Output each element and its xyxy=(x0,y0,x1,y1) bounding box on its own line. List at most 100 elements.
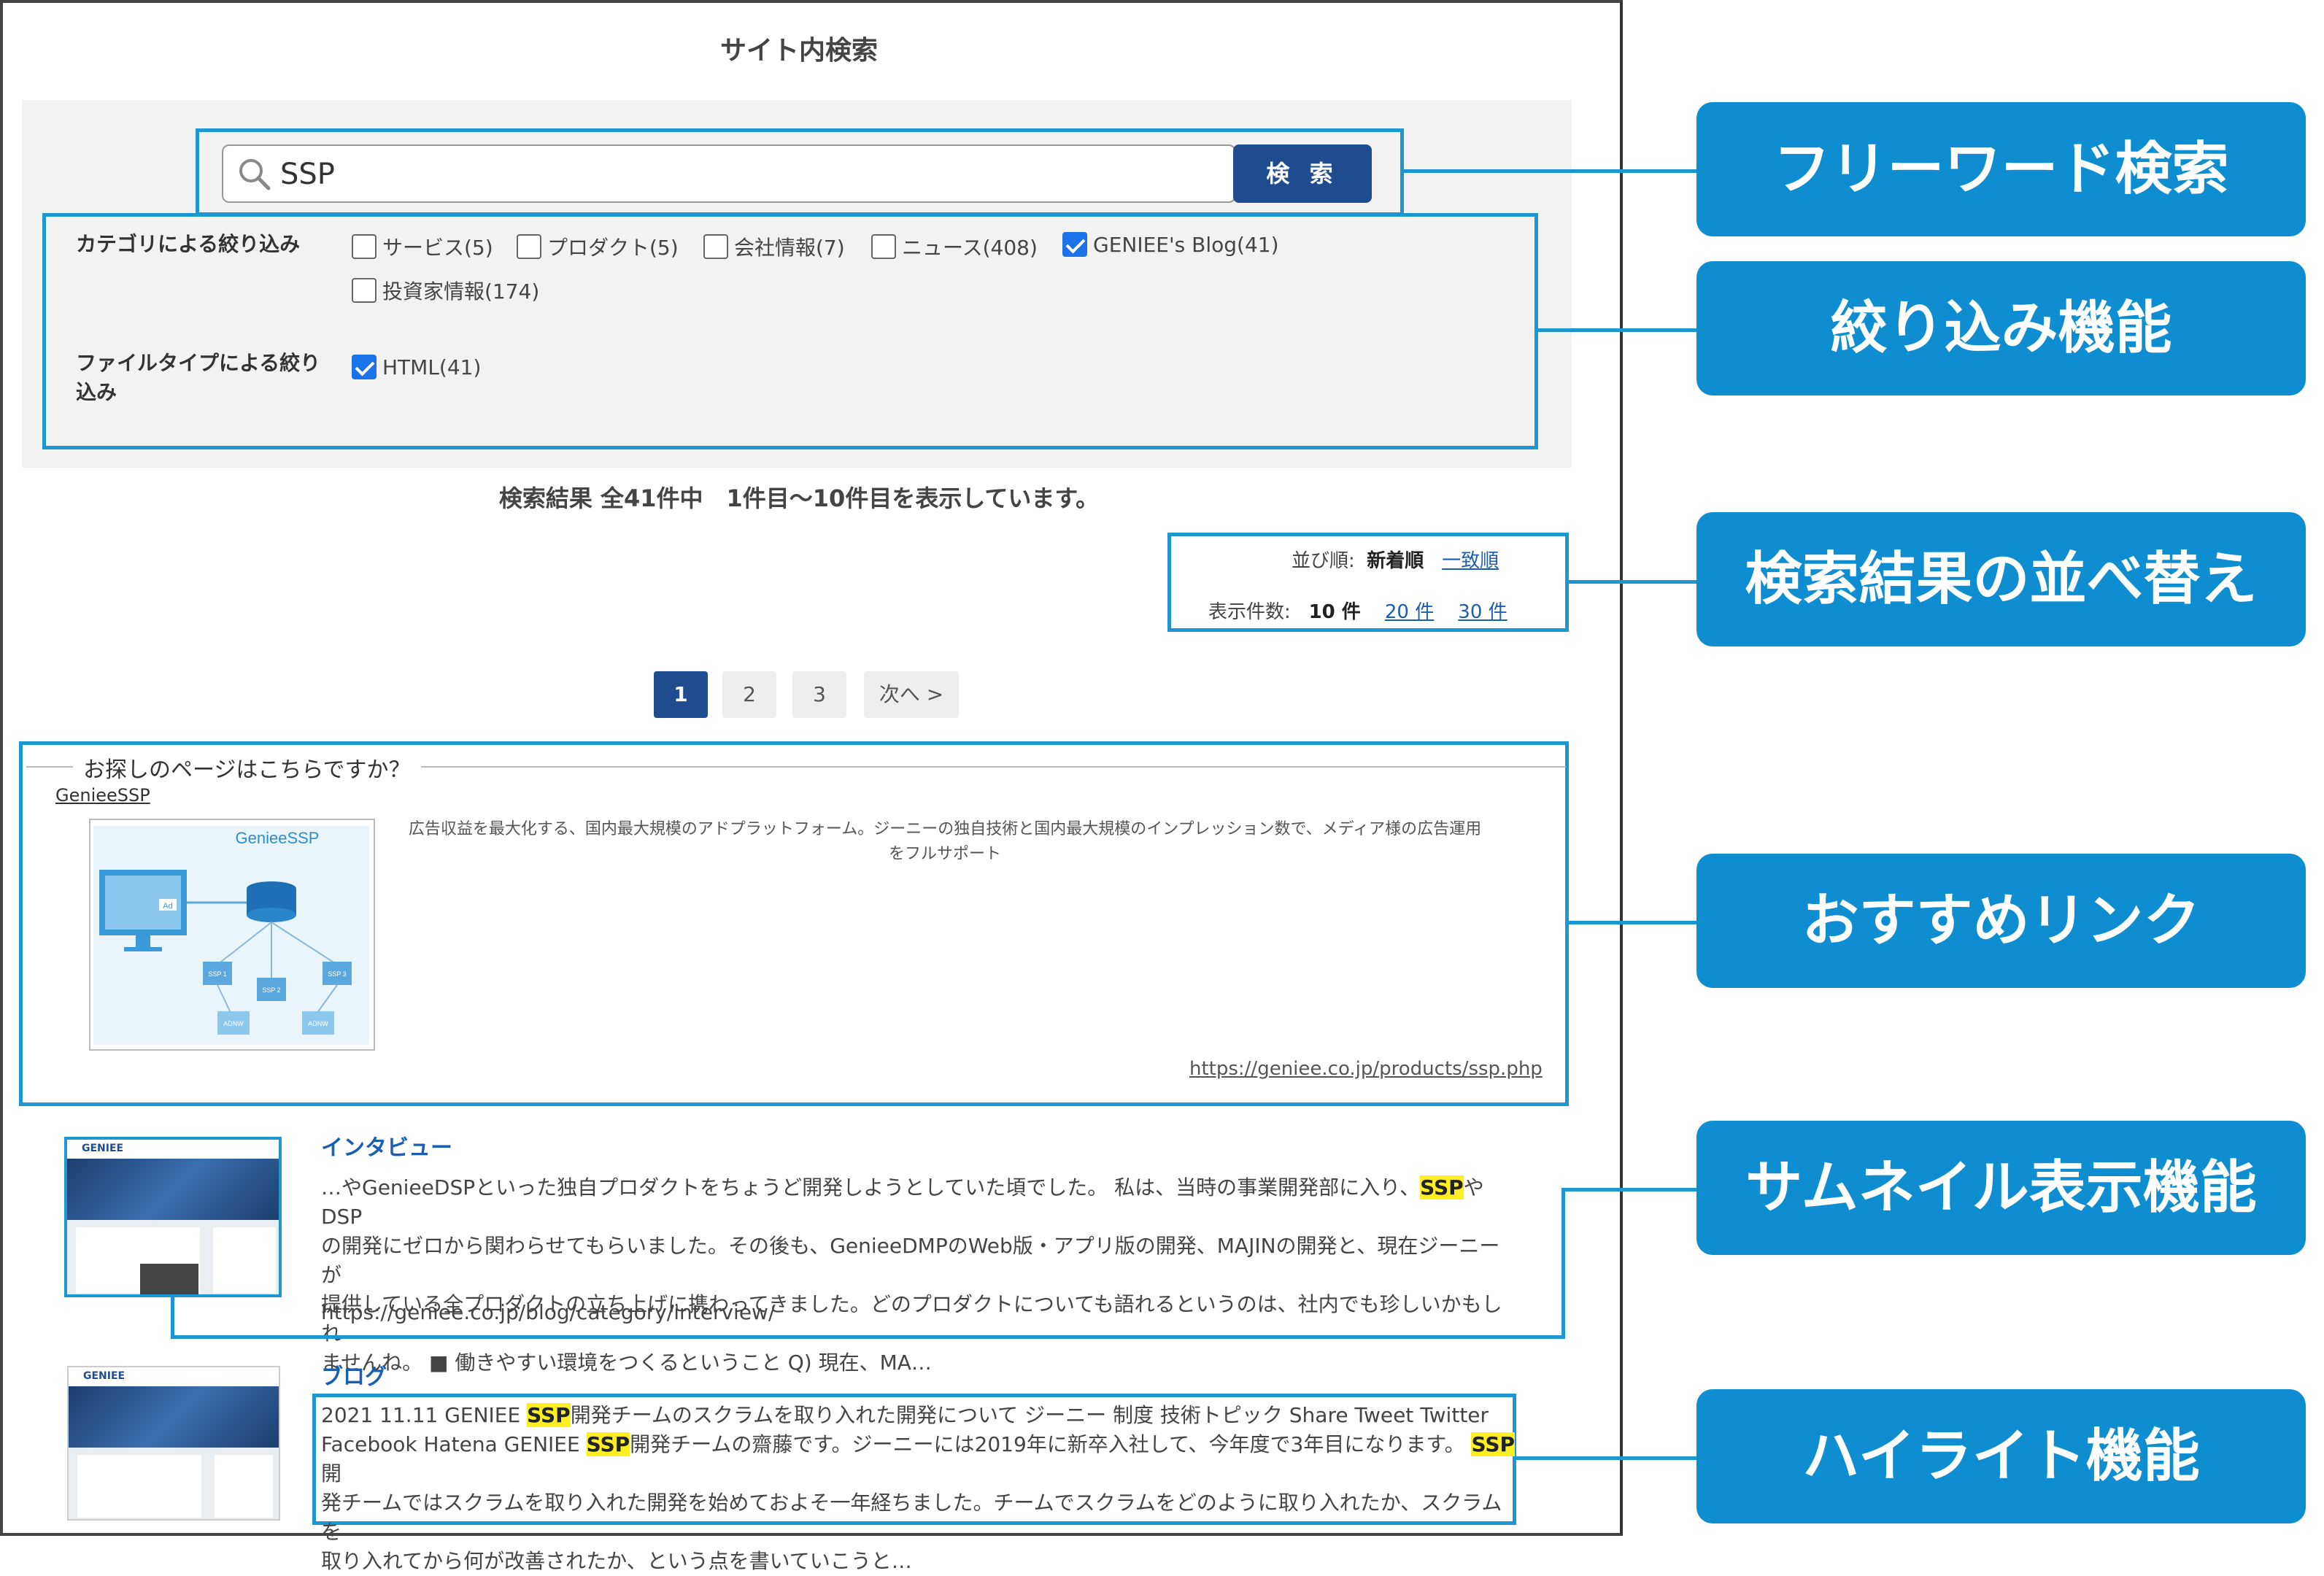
snippet-line: Facebook Hatena GENIEE SSP開発チームの齋藤です。ジーニ… xyxy=(321,1430,1518,1488)
connector-filter xyxy=(1538,328,1699,332)
category-checkbox-service[interactable]: サービス(5) xyxy=(352,232,493,261)
search-input-value: SSP xyxy=(280,158,335,191)
result-url: https://geniee.co.jp/blog/category/inter… xyxy=(321,1300,776,1324)
category-checkbox-news[interactable]: ニュース(408) xyxy=(871,232,1038,261)
callout-filter: 絞り込み機能 xyxy=(1696,261,2306,395)
sort-order-row: 並び順: 新着順 一致順 xyxy=(1292,546,1499,573)
sort-order-current: 新着順 xyxy=(1367,550,1424,572)
recommend-description: 広告収益を最大化する、国内最大規模のアドプラットフォーム。ジーニーの独自技術と国… xyxy=(387,817,1503,867)
keyword-highlight: SSP xyxy=(527,1403,571,1427)
checkbox[interactable] xyxy=(517,234,541,259)
callout-highlight: ハイライト機能 xyxy=(1696,1389,2306,1523)
connector-highlight xyxy=(1516,1456,1699,1460)
callout-sort: 検索結果の並べ替え xyxy=(1696,512,2306,646)
snippet-line: 取り入れてから何が改善されたか、という点を書いていこうと… xyxy=(321,1549,912,1573)
recommend-link-name[interactable]: GenieeSSP xyxy=(55,785,150,806)
ssp2-label: SSP 2 xyxy=(262,986,280,994)
result-title-link[interactable]: インタビュー xyxy=(321,1129,452,1162)
category-filter-label: カテゴリによる絞り込み xyxy=(76,232,301,256)
checkbox-label: ニュース(408) xyxy=(902,236,1038,260)
checkbox-label: サービス(5) xyxy=(382,236,493,260)
count-20-link[interactable]: 20 件 xyxy=(1385,601,1434,623)
next-page-button[interactable]: 次へ > xyxy=(864,671,959,718)
search-button[interactable]: 検 索 xyxy=(1233,144,1372,203)
category-checkbox-blog[interactable]: GENIEE's Blog(41) xyxy=(1062,232,1279,257)
checkbox-label: HTML(41) xyxy=(382,355,482,379)
callout-recommend: おすすめリンク xyxy=(1696,854,2306,988)
page-1-button[interactable]: 1 xyxy=(654,671,708,718)
category-checkbox-investor[interactable]: 投資家情報(174) xyxy=(352,276,539,305)
page-2-button[interactable]: 2 xyxy=(722,671,776,718)
snippet-text: Facebook Hatena GENIEE xyxy=(321,1432,587,1456)
recommend-legend: お探しのページはこちらですか？ xyxy=(73,752,421,784)
filetype-filter-label: ファイルタイプによる絞り 込み xyxy=(76,349,320,407)
checkbox-label: GENIEE's Blog(41) xyxy=(1093,232,1279,257)
sort-order-label: 並び順: xyxy=(1292,550,1355,572)
connector-sort xyxy=(1569,580,1699,584)
diagram-title: GenieeSSP xyxy=(236,829,320,847)
count-label: 表示件数: xyxy=(1208,601,1291,623)
snippet-text: 2021 11.11 GENIEE xyxy=(321,1403,528,1427)
snippet-line: 発チームではスクラムを取り入れた開発を始めておよそ一年経ちました。チームでスクラ… xyxy=(321,1491,1502,1544)
result-thumbnail[interactable]: GENIEE xyxy=(67,1366,280,1521)
checkbox[interactable] xyxy=(352,278,377,303)
adnw1-label: ADNW xyxy=(223,1020,244,1027)
checkbox-label: プロダクト(5) xyxy=(547,236,679,260)
thumbnail-connector-right xyxy=(1561,1188,1565,1339)
connector-freeword xyxy=(1404,169,1699,173)
search-icon xyxy=(239,159,271,190)
ssp1-label: SSP 1 xyxy=(208,970,226,978)
thumb-hero xyxy=(69,1386,279,1448)
result-thumbnail[interactable]: GENIEE xyxy=(64,1137,282,1297)
keyword-highlight: SSP xyxy=(1471,1432,1516,1456)
snippet-line: 2021 11.11 GENIEE SSP開発チームのスクラムを取り入れた開発に… xyxy=(321,1401,1518,1430)
category-checkbox-product[interactable]: プロダクト(5) xyxy=(517,232,679,261)
snippet-line: …やGenieeDSPといった独自プロダクトをちょうど開発しようとしていた頃でし… xyxy=(321,1173,1518,1232)
thumbnail-connector-horizontal xyxy=(171,1335,1564,1339)
thumb-hero xyxy=(67,1159,279,1220)
result-title-link[interactable]: ブログ xyxy=(321,1359,387,1391)
thumb-side xyxy=(215,1455,273,1518)
snippet-line: の開発にゼロから関わらせてもらいました。その後も、GenieeDMPのWeb版・… xyxy=(321,1234,1500,1287)
callout-freeword-search: フリーワード検索 xyxy=(1696,102,2306,236)
recommend-desc-line1: 広告収益を最大化する、国内最大規模のアドプラットフォーム。ジーニーの独自技術と国… xyxy=(408,820,1482,838)
count-row: 表示件数: 10 件 20 件 30 件 xyxy=(1208,597,1507,624)
page-3-button[interactable]: 3 xyxy=(792,671,846,718)
thumb-body xyxy=(77,1455,201,1518)
search-input[interactable]: SSP xyxy=(222,144,1236,203)
geniee-ssp-diagram[interactable]: GenieeSSP Ad SSP 1 SSP 2 SSP 3 ADNW ADNW xyxy=(89,819,375,1051)
thumbnail-connector-vertical xyxy=(171,1297,174,1338)
category-checkbox-company[interactable]: 会社情報(7) xyxy=(703,232,845,261)
recommend-url-link[interactable]: https://geniee.co.jp/products/ssp.php xyxy=(1189,1058,1543,1080)
snippet-line: ませんね。 ■ 働きやすい環境をつくるということ Q) 現在、MA… xyxy=(321,1351,932,1375)
checkbox[interactable] xyxy=(352,234,377,259)
snippet-text: 開発チームの齋藤です。ジーニーには2019年に新卒入社して、今年度で3年目になり… xyxy=(630,1432,1465,1456)
ad-label: Ad xyxy=(163,902,172,911)
checkbox-checked[interactable] xyxy=(352,355,377,379)
ssp3-label: SSP 3 xyxy=(328,970,346,978)
callout-thumbnail: サムネイル表示機能 xyxy=(1696,1121,2306,1255)
keyword-highlight: SSP xyxy=(1420,1175,1464,1200)
keyword-highlight: SSP xyxy=(586,1432,630,1456)
snippet-text: …やGenieeDSPといった独自プロダクトをちょうど開発しようとしていた頃でし… xyxy=(321,1175,1421,1200)
thumb-side xyxy=(213,1227,276,1293)
snippet-text: 開発チームのスクラムを取り入れた開発について ジーニー 制度 技術トピック Sh… xyxy=(570,1403,1489,1427)
result-snippet: 2021 11.11 GENIEE SSP開発チームのスクラムを取り入れた開発に… xyxy=(321,1401,1518,1576)
result-snippet: …やGenieeDSPといった独自プロダクトをちょうど開発しようとしていた頃でし… xyxy=(321,1173,1518,1378)
recommend-desc-line2: をフルサポート xyxy=(888,845,1001,863)
checkbox[interactable] xyxy=(703,234,728,259)
filetype-checkbox-html[interactable]: HTML(41) xyxy=(352,355,481,379)
results-summary: 検索結果 全41件中 1件目〜10件目を表示しています。 xyxy=(498,484,1100,512)
count-30-link[interactable]: 30 件 xyxy=(1458,601,1507,623)
checkbox[interactable] xyxy=(871,234,896,259)
adnw2-label: ADNW xyxy=(308,1020,328,1027)
thumb-logo: GENIEE xyxy=(82,1143,124,1154)
snippet-text: 開 xyxy=(321,1461,342,1486)
checkbox-label: 投資家情報(174) xyxy=(382,279,540,304)
filetype-label-line1: ファイルタイプによる絞り xyxy=(76,351,321,375)
connector-thumbnail xyxy=(1561,1188,1699,1191)
checkbox-checked[interactable] xyxy=(1062,232,1087,257)
sort-order-relevance-link[interactable]: 一致順 xyxy=(1442,550,1499,572)
thumb-logo: GENIEE xyxy=(83,1370,126,1382)
count-current: 10 件 xyxy=(1308,601,1361,623)
